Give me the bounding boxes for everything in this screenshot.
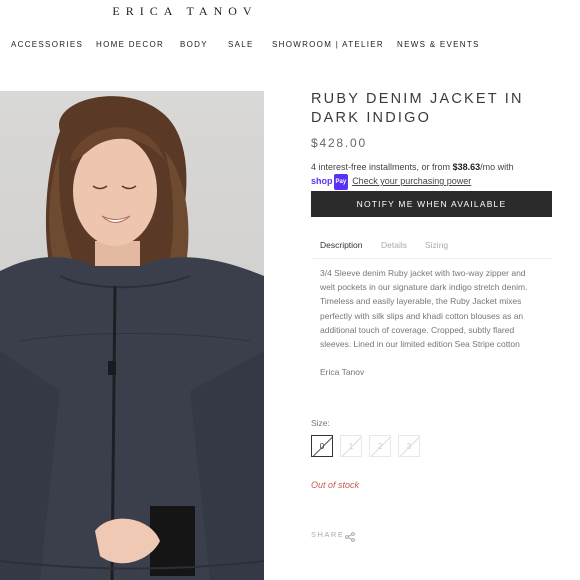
unavailable-slash	[312, 436, 332, 456]
product-description: 3/4 Sleeve denim Ruby jacket with two-wa…	[320, 268, 528, 350]
size-option-0[interactable]: 0	[311, 435, 333, 457]
installments-prefix: 4 interest-free installments, or from	[311, 162, 451, 172]
product-price: $428.00	[311, 136, 367, 150]
product-maker: Erica Tanov	[320, 367, 365, 377]
nav-item-news-events[interactable]: NEWS & EVENTS	[397, 40, 480, 49]
nav-item-sale[interactable]: SALE	[228, 40, 254, 49]
installments-suffix: /mo with	[480, 162, 514, 172]
unavailable-slash	[399, 436, 419, 456]
product-image[interactable]	[0, 91, 264, 580]
tabs-divider	[311, 258, 552, 259]
installments-info: 4 interest-free installments, or from $3…	[311, 160, 561, 190]
nav-item-showroom-atelier[interactable]: SHOWROOM | ATELIER	[272, 40, 384, 49]
shop-pay-pay-label: Pay	[333, 174, 349, 190]
installments-amount: $38.63	[452, 162, 481, 172]
size-option-2[interactable]: 2	[369, 435, 391, 457]
shop-pay-shop-label: shop	[311, 176, 333, 186]
share-button[interactable]: SHARE	[311, 530, 344, 539]
share-icon[interactable]	[345, 529, 355, 547]
brand-logo[interactable]: ERICA TANOV	[0, 4, 370, 19]
product-title: RUBY DENIM JACKET IN DARK INDIGO	[311, 91, 524, 126]
unavailable-slash	[341, 436, 361, 456]
tab-sizing[interactable]: Sizing	[425, 240, 448, 250]
nav-item-accessories[interactable]: ACCESSORIES	[11, 40, 83, 49]
shop-pay-logo: shop Pay	[311, 174, 349, 190]
notify-me-button[interactable]: NOTIFY ME WHEN AVAILABLE	[311, 191, 552, 217]
product-photo-illustration	[0, 96, 264, 580]
stock-status: Out of stock	[311, 480, 360, 490]
size-label: Size:	[311, 418, 330, 428]
size-option-3[interactable]: 3	[398, 435, 420, 457]
tab-description[interactable]: Description	[320, 240, 363, 250]
size-option-1[interactable]: 1	[340, 435, 362, 457]
purchasing-power-link[interactable]: Check your purchasing power	[352, 176, 471, 186]
unavailable-slash	[370, 436, 390, 456]
nav-item-body[interactable]: BODY	[180, 40, 208, 49]
nav-item-home-decor[interactable]: HOME DECOR	[96, 40, 164, 49]
tab-details[interactable]: Details	[381, 240, 407, 250]
